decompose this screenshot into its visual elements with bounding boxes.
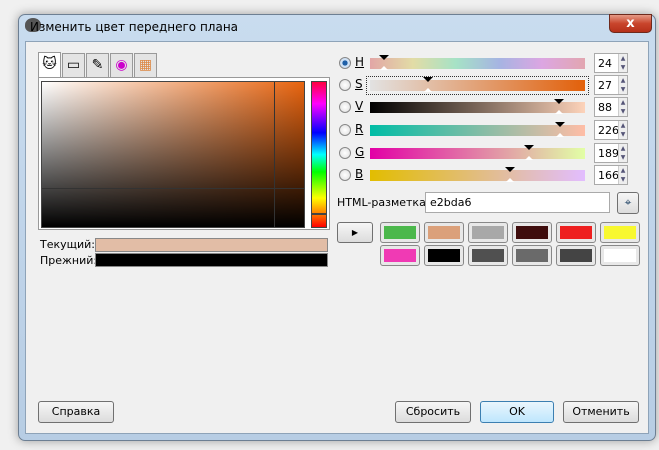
channel-label-h: H — [355, 55, 365, 69]
channel-label-b: B — [355, 167, 364, 181]
spin-up-icon[interactable]: ▲ — [618, 121, 627, 130]
tab-watercolor[interactable]: ✎ — [86, 53, 109, 77]
color-picker-button[interactable]: ⌖ — [617, 192, 639, 214]
current-color-swatch — [95, 238, 328, 252]
crosshair-horizontal — [42, 188, 304, 189]
history-color-swatch[interactable] — [512, 245, 552, 266]
slider-marker-bottom — [555, 110, 564, 114]
history-color-swatch[interactable] — [600, 245, 640, 266]
history-color-swatch[interactable] — [556, 222, 596, 243]
slider-marker — [554, 99, 565, 104]
gimp-icon: 🐱 — [42, 56, 57, 72]
window-title: Изменить цвет переднего плана — [30, 20, 239, 34]
slider-marker-bottom — [424, 88, 433, 92]
history-color-swatch[interactable] — [512, 222, 552, 243]
printer-icon: ▭ — [66, 57, 81, 73]
slider-marker-bottom — [505, 178, 514, 182]
slider-marker-bottom — [380, 66, 389, 70]
brush-icon: ✎ — [91, 57, 104, 73]
history-color-swatch[interactable] — [424, 222, 464, 243]
history-color-swatch[interactable] — [380, 222, 420, 243]
channel-slider-v[interactable] — [370, 99, 585, 114]
channel-slider-g[interactable] — [370, 145, 585, 160]
ok-button[interactable]: OK — [480, 401, 554, 423]
channel-spinbox-b[interactable]: 166 ▲ ▼ — [594, 165, 628, 185]
channel-radio-s[interactable] — [339, 79, 351, 91]
channel-label-v: V — [355, 99, 364, 113]
spin-up-icon[interactable]: ▲ — [618, 76, 627, 85]
spin-up-icon[interactable]: ▲ — [618, 144, 627, 153]
history-color-swatch[interactable] — [468, 245, 508, 266]
reset-button[interactable]: Сбросить — [395, 401, 471, 423]
close-button[interactable]: x — [609, 14, 652, 33]
spin-up-icon[interactable]: ▲ — [618, 166, 627, 175]
slider-marker — [524, 145, 535, 150]
slider-marker — [423, 77, 434, 82]
channel-spinbox-v[interactable]: 88 ▲ ▼ — [594, 97, 628, 117]
html-notation-label: HTML-разметка: — [337, 196, 430, 209]
crosshair-vertical — [274, 82, 275, 227]
spin-up-icon[interactable]: ▲ — [618, 54, 627, 63]
previous-label: Прежний: — [40, 254, 98, 267]
slider-marker — [504, 167, 515, 172]
channel-radio-b[interactable] — [339, 169, 351, 181]
history-color-swatch[interactable] — [424, 245, 464, 266]
channel-slider-h[interactable] — [370, 55, 585, 70]
tab-wheel[interactable]: ◉ — [110, 53, 133, 77]
channel-radio-v[interactable] — [339, 101, 351, 113]
arrow-right-icon: ▶ — [351, 228, 359, 237]
channel-value: 27 — [598, 79, 612, 92]
html-notation-input[interactable] — [425, 192, 610, 213]
channel-radio-g[interactable] — [339, 147, 351, 159]
spin-up-icon[interactable]: ▲ — [618, 98, 627, 107]
slider-marker — [555, 122, 566, 127]
channel-value: 24 — [598, 57, 612, 70]
hue-strip[interactable] — [311, 81, 327, 228]
spin-down-icon[interactable]: ▼ — [618, 130, 627, 139]
tab-palette[interactable]: ▦ — [134, 53, 157, 77]
eyedropper-icon: ⌖ — [624, 195, 632, 209]
channel-value: 189 — [598, 147, 619, 160]
history-color-swatch[interactable] — [468, 222, 508, 243]
spin-down-icon[interactable]: ▼ — [618, 175, 627, 184]
channel-slider-b[interactable] — [370, 167, 585, 182]
current-label: Текущий: — [40, 238, 96, 251]
channel-value: 166 — [598, 169, 619, 182]
spin-down-icon[interactable]: ▼ — [618, 63, 627, 72]
channel-slider-s[interactable] — [366, 76, 589, 95]
channel-spinbox-g[interactable]: 189 ▲ ▼ — [594, 143, 628, 163]
spin-down-icon[interactable]: ▼ — [618, 107, 627, 116]
channel-radio-r[interactable] — [339, 124, 351, 136]
channel-value: 88 — [598, 101, 612, 114]
spin-down-icon[interactable]: ▼ — [618, 85, 627, 94]
channel-slider-r[interactable] — [370, 122, 585, 137]
channel-spinbox-r[interactable]: 226 ▲ ▼ — [594, 120, 628, 140]
cancel-button[interactable]: Отменить — [563, 401, 639, 423]
history-color-swatch[interactable] — [556, 245, 596, 266]
channel-label-r: R — [355, 122, 364, 136]
channel-value: 226 — [598, 124, 619, 137]
previous-color-swatch[interactable] — [95, 253, 328, 267]
history-color-swatch[interactable] — [600, 222, 640, 243]
history-color-swatch[interactable] — [380, 245, 420, 266]
help-button[interactable]: Справка — [38, 401, 114, 423]
slider-marker-bottom — [556, 133, 565, 137]
history-add-button[interactable]: ▶ — [337, 222, 373, 243]
channel-label-s: S — [355, 77, 363, 91]
hue-marker — [312, 213, 326, 215]
saturation-value-area[interactable] — [41, 81, 305, 228]
channel-spinbox-s[interactable]: 27 ▲ ▼ — [594, 75, 628, 95]
tab-cmyk[interactable]: ▭ — [62, 53, 85, 77]
palette-icon: ▦ — [138, 57, 153, 73]
channel-spinbox-h[interactable]: 24 ▲ ▼ — [594, 53, 628, 73]
spin-down-icon[interactable]: ▼ — [618, 153, 627, 162]
slider-marker-bottom — [525, 156, 534, 160]
channel-label-g: G — [355, 145, 365, 159]
slider-marker — [379, 55, 390, 60]
tab-gimp-selector[interactable]: 🐱 — [38, 52, 61, 77]
channel-radio-h[interactable] — [339, 57, 351, 69]
color-wheel-icon: ◉ — [115, 57, 128, 73]
